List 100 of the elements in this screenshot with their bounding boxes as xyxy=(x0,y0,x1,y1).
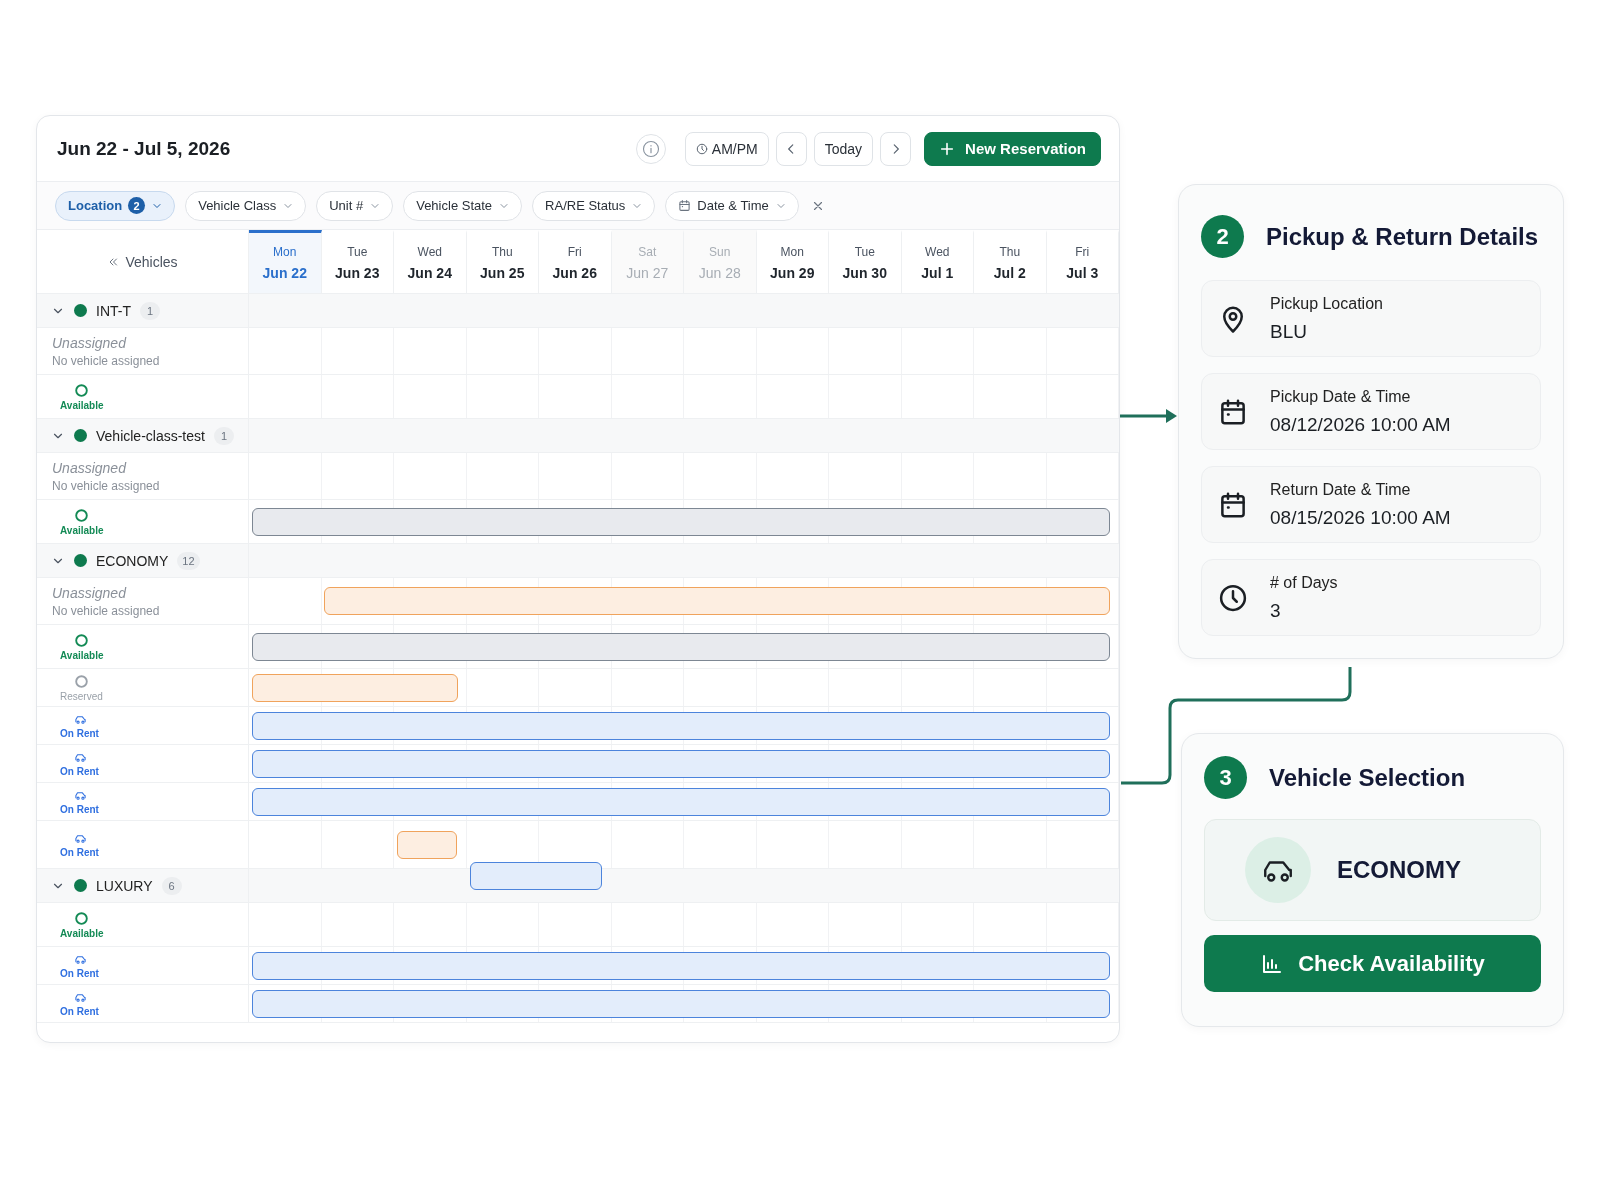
time-format-button[interactable]: AM/PM xyxy=(684,131,769,166)
day-column-header[interactable]: Mon Jun 29 xyxy=(756,230,829,293)
vehicle-class-name: Vehicle-class-test xyxy=(96,427,205,444)
day-column-header[interactable]: Wed Jun 24 xyxy=(394,230,467,293)
date-label: Jun 24 xyxy=(407,265,452,281)
weekday-label: Tue xyxy=(347,245,368,259)
day-column-header[interactable]: Wed Jul 1 xyxy=(901,230,974,293)
reservation-bar[interactable] xyxy=(252,787,1110,816)
today-button[interactable]: Today xyxy=(813,131,874,166)
filter-chip[interactable]: RA/RE Status xyxy=(532,190,656,221)
connector-arrow xyxy=(1120,409,1177,423)
calendar-icon xyxy=(678,199,692,212)
date-range-title: Jun 22 - Jul 5, 2026 xyxy=(57,137,231,160)
plus-icon xyxy=(939,140,956,157)
reservation-bar[interactable] xyxy=(397,830,458,859)
weekday-label: Tue xyxy=(854,245,875,259)
reservation-bar[interactable] xyxy=(252,632,1110,661)
date-label: Jun 23 xyxy=(335,265,380,281)
status-dot-icon xyxy=(74,304,87,317)
date-label: Jun 29 xyxy=(770,265,815,281)
status-circle-icon xyxy=(74,382,89,398)
status-label: On Rent xyxy=(60,846,99,858)
unassigned-label: Unassigned xyxy=(52,584,128,601)
filter-chip[interactable]: Date & Time xyxy=(665,190,799,221)
status-circle-icon xyxy=(74,632,89,648)
filter-chip[interactable]: Unit # xyxy=(316,190,394,221)
collapse-vehicles-button[interactable]: Vehicles xyxy=(101,252,184,271)
date-label: Jul 2 xyxy=(993,265,1026,281)
info-icon xyxy=(641,139,660,158)
status-circle-icon xyxy=(74,910,89,926)
reservation-bar[interactable] xyxy=(252,951,1110,980)
unassigned-label: Unassigned xyxy=(52,334,128,351)
weekday-label: Thu xyxy=(491,245,513,259)
count-badge: 1 xyxy=(213,426,234,445)
reservation-bar[interactable] xyxy=(252,749,1110,778)
field-label: # of Days xyxy=(1270,573,1338,592)
field-value: 3 xyxy=(1270,599,1282,622)
field-value: 08/15/2026 10:00 AM xyxy=(1270,506,1451,529)
row-subtitle: No vehicle assigned xyxy=(52,603,161,618)
day-column-header[interactable]: Fri Jul 3 xyxy=(1046,230,1119,293)
weekday-label: Thu xyxy=(999,245,1021,259)
filter-chip[interactable]: Vehicle Class xyxy=(185,190,307,221)
weekday-label: Fri xyxy=(1075,245,1090,259)
vehicle-class-name: ECONOMY xyxy=(96,552,169,569)
double-chevron-left-icon xyxy=(107,255,120,268)
field-label: Pickup Location xyxy=(1270,294,1383,313)
date-label: Jul 3 xyxy=(1066,265,1099,281)
reservation-bar[interactable] xyxy=(469,862,603,890)
day-column-header[interactable]: Tue Jun 30 xyxy=(829,230,902,293)
status-label: On Rent xyxy=(60,967,99,979)
reservation-bar[interactable] xyxy=(252,989,1110,1018)
reservation-bar[interactable] xyxy=(252,507,1110,536)
car-icon xyxy=(1245,837,1311,903)
vehicle-card[interactable]: ECONOMY xyxy=(1204,819,1541,921)
panel-title: Pickup & Return Details xyxy=(1266,222,1539,251)
filter-chip[interactable]: Vehicle State xyxy=(403,190,523,221)
day-column-header[interactable]: Thu Jul 2 xyxy=(974,230,1047,293)
date-label: Jun 28 xyxy=(698,265,741,281)
status-label: Available xyxy=(60,399,104,411)
vehicle-class-name: ECONOMY xyxy=(1337,856,1461,884)
status-label: Available xyxy=(60,524,104,536)
check-availability-button[interactable]: Check Availability xyxy=(1204,935,1541,992)
weekday-label: Mon xyxy=(273,245,297,259)
day-column-header[interactable]: Mon Jun 22 xyxy=(249,230,322,293)
row-subtitle: No vehicle assigned xyxy=(52,478,161,493)
step-number-badge: 2 xyxy=(1201,215,1244,258)
new-reservation-button[interactable]: New Reservation xyxy=(924,131,1101,166)
info-button[interactable] xyxy=(635,133,666,164)
status-label: On Rent xyxy=(60,765,99,777)
step-number-badge: 3 xyxy=(1204,756,1247,799)
status-dot-icon xyxy=(74,429,87,442)
day-column-header[interactable]: Thu Jun 25 xyxy=(466,230,539,293)
panel-title: Vehicle Selection xyxy=(1269,763,1466,792)
row-subtitle: No vehicle assigned xyxy=(52,353,161,368)
status-label: On Rent xyxy=(60,727,99,739)
reservation-bar[interactable] xyxy=(252,711,1110,740)
status-label: On Rent xyxy=(60,1005,99,1017)
reservation-bar[interactable] xyxy=(252,673,458,702)
date-label: Jun 26 xyxy=(552,265,597,281)
count-badge: 1 xyxy=(140,301,160,320)
weekday-label: Wed xyxy=(417,245,442,259)
date-label: Jun 22 xyxy=(262,265,307,281)
weekday-label: Fri xyxy=(567,245,582,259)
status-circle-icon xyxy=(74,673,89,689)
filter-chip[interactable]: Location 2 xyxy=(55,190,176,221)
status-label: Available xyxy=(60,649,104,661)
field-value: BLU xyxy=(1270,320,1308,343)
date-label: Jun 25 xyxy=(480,265,525,281)
weekday-label: Sun xyxy=(709,245,731,259)
status-label: Available xyxy=(60,927,104,939)
day-column-header[interactable]: Tue Jun 23 xyxy=(321,230,394,293)
day-column-header[interactable]: Fri Jun 26 xyxy=(539,230,612,293)
weekday-label: Mon xyxy=(780,245,804,259)
count-badge: 2 xyxy=(128,197,146,214)
date-label: Jun 30 xyxy=(842,265,887,281)
count-badge: 6 xyxy=(161,876,182,895)
status-label: On Rent xyxy=(60,803,99,815)
vehicle-class-name: INT-T xyxy=(96,302,131,319)
weekday-label: Wed xyxy=(925,245,950,259)
field-value: 08/12/2026 10:00 AM xyxy=(1270,413,1451,436)
